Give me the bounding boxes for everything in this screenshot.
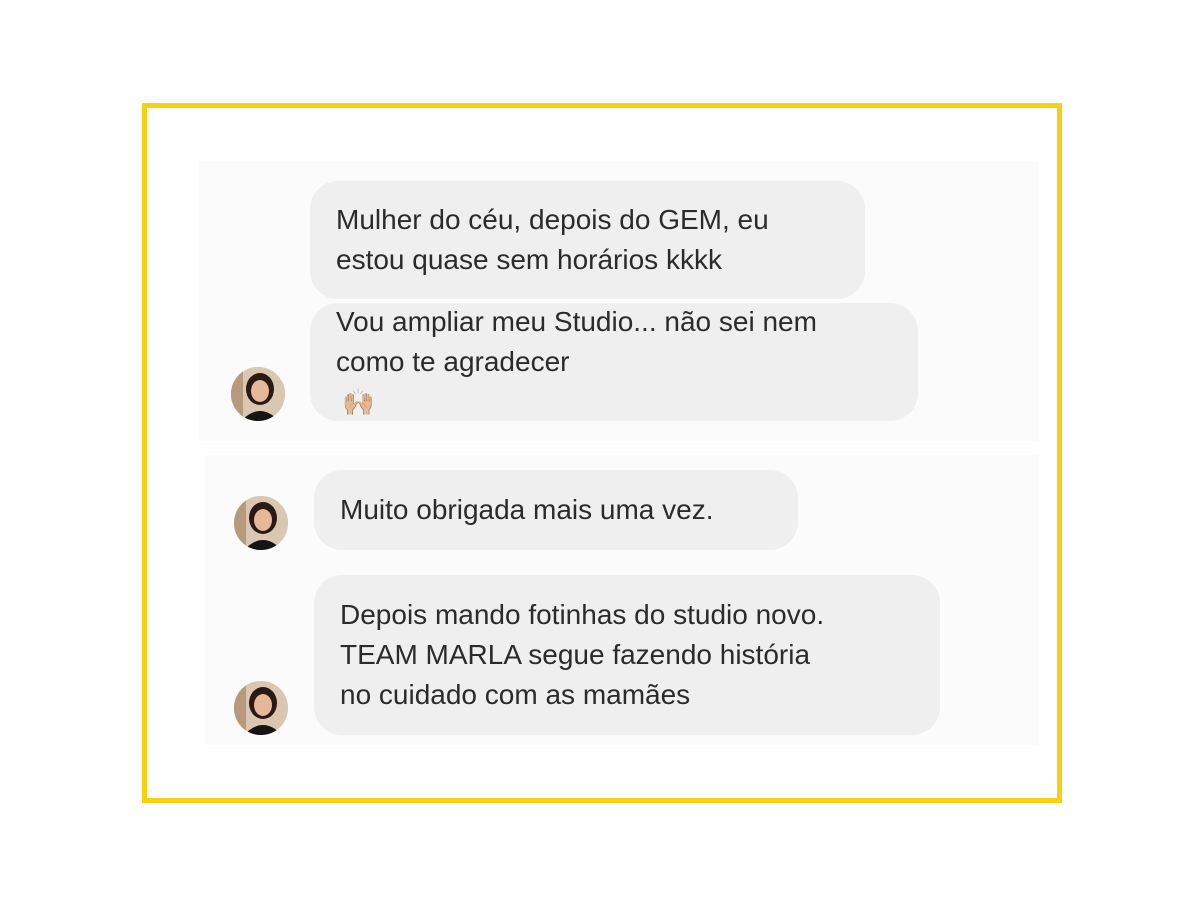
page: Mulher do céu, depois do GEM, eu estou q… <box>0 0 1200 904</box>
highlight-frame: Mulher do céu, depois do GEM, eu estou q… <box>142 103 1062 803</box>
message-bubble: Muito obrigada mais uma vez. <box>314 470 798 550</box>
message-text: Mulher do céu, depois do GEM, eu estou q… <box>336 204 769 275</box>
message-bubble: Mulher do céu, depois do GEM, eu estou q… <box>310 181 865 299</box>
message-text: Muito obrigada mais uma vez. <box>340 494 714 525</box>
avatar[interactable] <box>234 496 288 550</box>
raising-hands-emoji-icon: 🙌🏼 <box>342 387 375 417</box>
avatar[interactable] <box>231 367 285 421</box>
message-text-content: Vou ampliar meu Studio... não sei nem co… <box>336 306 817 377</box>
message-bubble: Depois mando fotinhas do studio novo. TE… <box>314 575 940 735</box>
message-text: Vou ampliar meu Studio... não sei nem co… <box>336 302 817 422</box>
avatar[interactable] <box>234 681 288 735</box>
message-text: Depois mando fotinhas do studio novo. TE… <box>340 599 825 710</box>
message-bubble: Vou ampliar meu Studio... não sei nem co… <box>310 303 918 421</box>
